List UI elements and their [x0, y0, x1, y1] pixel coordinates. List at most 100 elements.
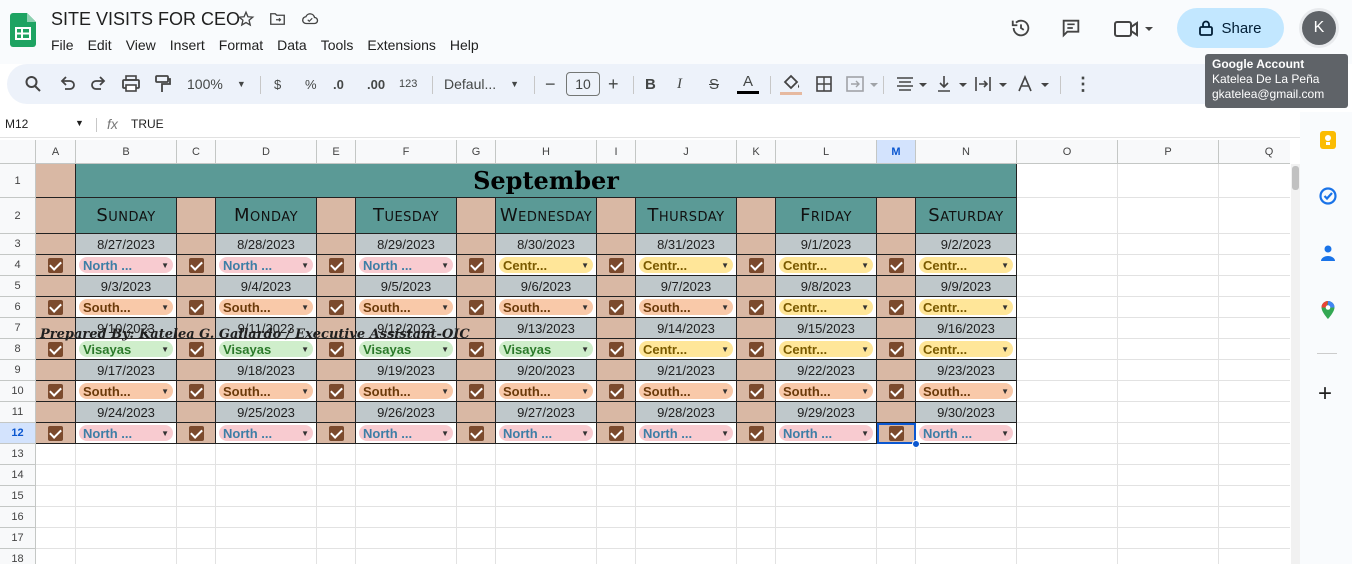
column-header-o[interactable]: O: [1017, 140, 1118, 164]
menu-help[interactable]: Help: [443, 35, 486, 55]
version-history-icon[interactable]: [1010, 17, 1032, 39]
grid-cell[interactable]: [36, 486, 76, 507]
region-chip[interactable]: South... ▼: [499, 383, 593, 399]
grid-cell[interactable]: [177, 507, 216, 528]
checkbox-checked[interactable]: [328, 299, 344, 315]
checkbox-checked[interactable]: [468, 425, 484, 441]
row-header-3[interactable]: 3: [0, 234, 36, 255]
visit-dropdown-cell[interactable]: South... ▼: [216, 297, 317, 318]
grid-cell[interactable]: [1017, 318, 1118, 339]
grid-cell[interactable]: [737, 465, 776, 486]
visit-dropdown-cell[interactable]: North ... ▼: [356, 255, 457, 276]
grid-cell[interactable]: [76, 465, 177, 486]
grid-cell[interactable]: [776, 465, 877, 486]
region-chip[interactable]: North ... ▼: [219, 425, 313, 441]
visit-checkbox-cell[interactable]: [457, 297, 496, 318]
grid-cell[interactable]: [1017, 381, 1118, 402]
grid-cell[interactable]: [636, 444, 737, 465]
more-options-icon[interactable]: ⋮: [1074, 64, 1092, 104]
grid-cell[interactable]: [76, 486, 177, 507]
merge-cells-icon[interactable]: [845, 64, 879, 104]
decrease-decimal-button[interactable]: .0: [333, 64, 344, 104]
formula-input[interactable]: TRUE: [131, 117, 164, 131]
row-header-5[interactable]: 5: [0, 276, 36, 297]
grid-cell[interactable]: [317, 465, 356, 486]
visit-dropdown-cell[interactable]: Centr... ▼: [496, 255, 597, 276]
grid-cell[interactable]: [496, 486, 597, 507]
grid-cell[interactable]: [1017, 486, 1118, 507]
visit-dropdown-cell[interactable]: North ... ▼: [76, 423, 177, 444]
visit-checkbox-cell[interactable]: [737, 297, 776, 318]
grid-cell[interactable]: [737, 528, 776, 549]
grid-cell[interactable]: [1118, 276, 1219, 297]
grid-cell[interactable]: [636, 507, 737, 528]
visit-dropdown-cell[interactable]: South... ▼: [76, 297, 177, 318]
row-header-14[interactable]: 14: [0, 465, 36, 486]
checkbox-checked[interactable]: [468, 341, 484, 357]
grid-cell[interactable]: [1017, 549, 1118, 564]
checkbox-checked[interactable]: [608, 383, 624, 399]
grid-cell[interactable]: [356, 444, 457, 465]
menu-edit[interactable]: Edit: [81, 35, 119, 55]
column-header-a[interactable]: A: [36, 140, 76, 164]
grid-cell[interactable]: [177, 549, 216, 564]
grid-cell[interactable]: [776, 528, 877, 549]
visit-checkbox-cell[interactable]: [597, 255, 636, 276]
checkbox-checked[interactable]: [48, 383, 63, 399]
share-button[interactable]: Share: [1177, 8, 1284, 48]
grid-cell[interactable]: [916, 444, 1017, 465]
region-chip[interactable]: South... ▼: [499, 299, 593, 315]
grid-cell[interactable]: [1219, 528, 1290, 549]
visit-dropdown-cell[interactable]: North ... ▼: [636, 423, 737, 444]
grid-cell[interactable]: [177, 465, 216, 486]
grid-cell[interactable]: [317, 528, 356, 549]
visit-checkbox-cell[interactable]: [177, 255, 216, 276]
region-chip[interactable]: South... ▼: [79, 299, 173, 315]
menu-data[interactable]: Data: [270, 35, 314, 55]
menu-format[interactable]: Format: [212, 35, 270, 55]
grid-cell[interactable]: [496, 444, 597, 465]
grid-cell[interactable]: [1219, 198, 1290, 234]
region-chip[interactable]: Centr... ▼: [779, 257, 873, 273]
grid-cell[interactable]: [36, 465, 76, 486]
column-header-b[interactable]: B: [76, 140, 177, 164]
column-header-g[interactable]: G: [457, 140, 496, 164]
grid-cell[interactable]: [1118, 507, 1219, 528]
checkbox-checked[interactable]: [188, 257, 204, 273]
visit-dropdown-cell[interactable]: Visayas ▼: [496, 339, 597, 360]
region-chip[interactable]: North ... ▼: [359, 257, 453, 273]
grid-cell[interactable]: [636, 528, 737, 549]
visit-dropdown-cell[interactable]: Centr... ▼: [916, 297, 1017, 318]
row-header-9[interactable]: 9: [0, 360, 36, 381]
checkbox-checked[interactable]: [188, 425, 204, 441]
grid-cell[interactable]: [1219, 507, 1290, 528]
vertical-scrollbar[interactable]: [1291, 164, 1300, 564]
grid-cell[interactable]: [1219, 297, 1290, 318]
grid-cell[interactable]: [1219, 339, 1290, 360]
grid-cell[interactable]: [1118, 198, 1219, 234]
grid-cell[interactable]: [356, 486, 457, 507]
visit-checkbox-cell[interactable]: [457, 255, 496, 276]
grid-cell[interactable]: [877, 444, 916, 465]
select-all-corner[interactable]: [0, 140, 36, 164]
region-chip[interactable]: South... ▼: [639, 383, 733, 399]
grid-cell[interactable]: [597, 549, 636, 564]
grid-cell[interactable]: [76, 507, 177, 528]
region-chip[interactable]: South... ▼: [359, 299, 453, 315]
row-header-16[interactable]: 16: [0, 507, 36, 528]
region-chip[interactable]: Visayas ▼: [79, 341, 173, 357]
visit-checkbox-cell[interactable]: [597, 423, 636, 444]
visit-dropdown-cell[interactable]: North ... ▼: [916, 423, 1017, 444]
grid-cell[interactable]: [1017, 255, 1118, 276]
visit-checkbox-cell[interactable]: [737, 339, 776, 360]
grid-cell[interactable]: [1219, 234, 1290, 255]
grid-cell[interactable]: [636, 465, 737, 486]
menu-file[interactable]: File: [44, 35, 81, 55]
visit-dropdown-cell[interactable]: South... ▼: [356, 381, 457, 402]
tasks-icon[interactable]: [1319, 187, 1337, 205]
grid-cell[interactable]: [177, 486, 216, 507]
grid-cell[interactable]: [916, 528, 1017, 549]
grid-cell[interactable]: [1118, 339, 1219, 360]
visit-dropdown-cell[interactable]: Visayas ▼: [76, 339, 177, 360]
row-header-17[interactable]: 17: [0, 528, 36, 549]
